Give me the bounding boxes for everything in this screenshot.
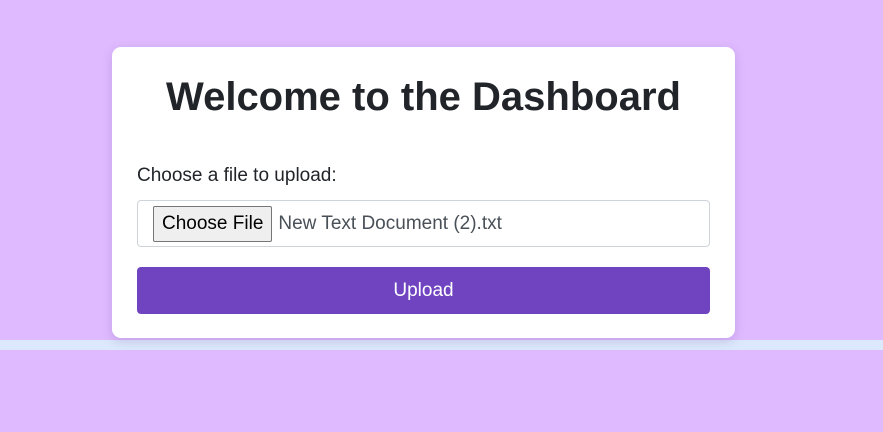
upload-button[interactable]: Upload xyxy=(137,267,710,314)
background-stripe xyxy=(0,340,883,350)
file-upload-label: Choose a file to upload: xyxy=(137,165,337,186)
page-title: Welcome to the Dashboard xyxy=(166,75,681,119)
upload-card: Welcome to the Dashboard Choose a file t… xyxy=(112,47,735,338)
choose-file-button[interactable]: Choose File xyxy=(153,205,273,242)
file-input[interactable]: Choose File New Text Document (2).txt xyxy=(137,200,710,247)
page: { "dashboard": { "title": "Welcome to th… xyxy=(0,0,883,432)
selected-file-name: New Text Document (2).txt xyxy=(278,212,502,234)
